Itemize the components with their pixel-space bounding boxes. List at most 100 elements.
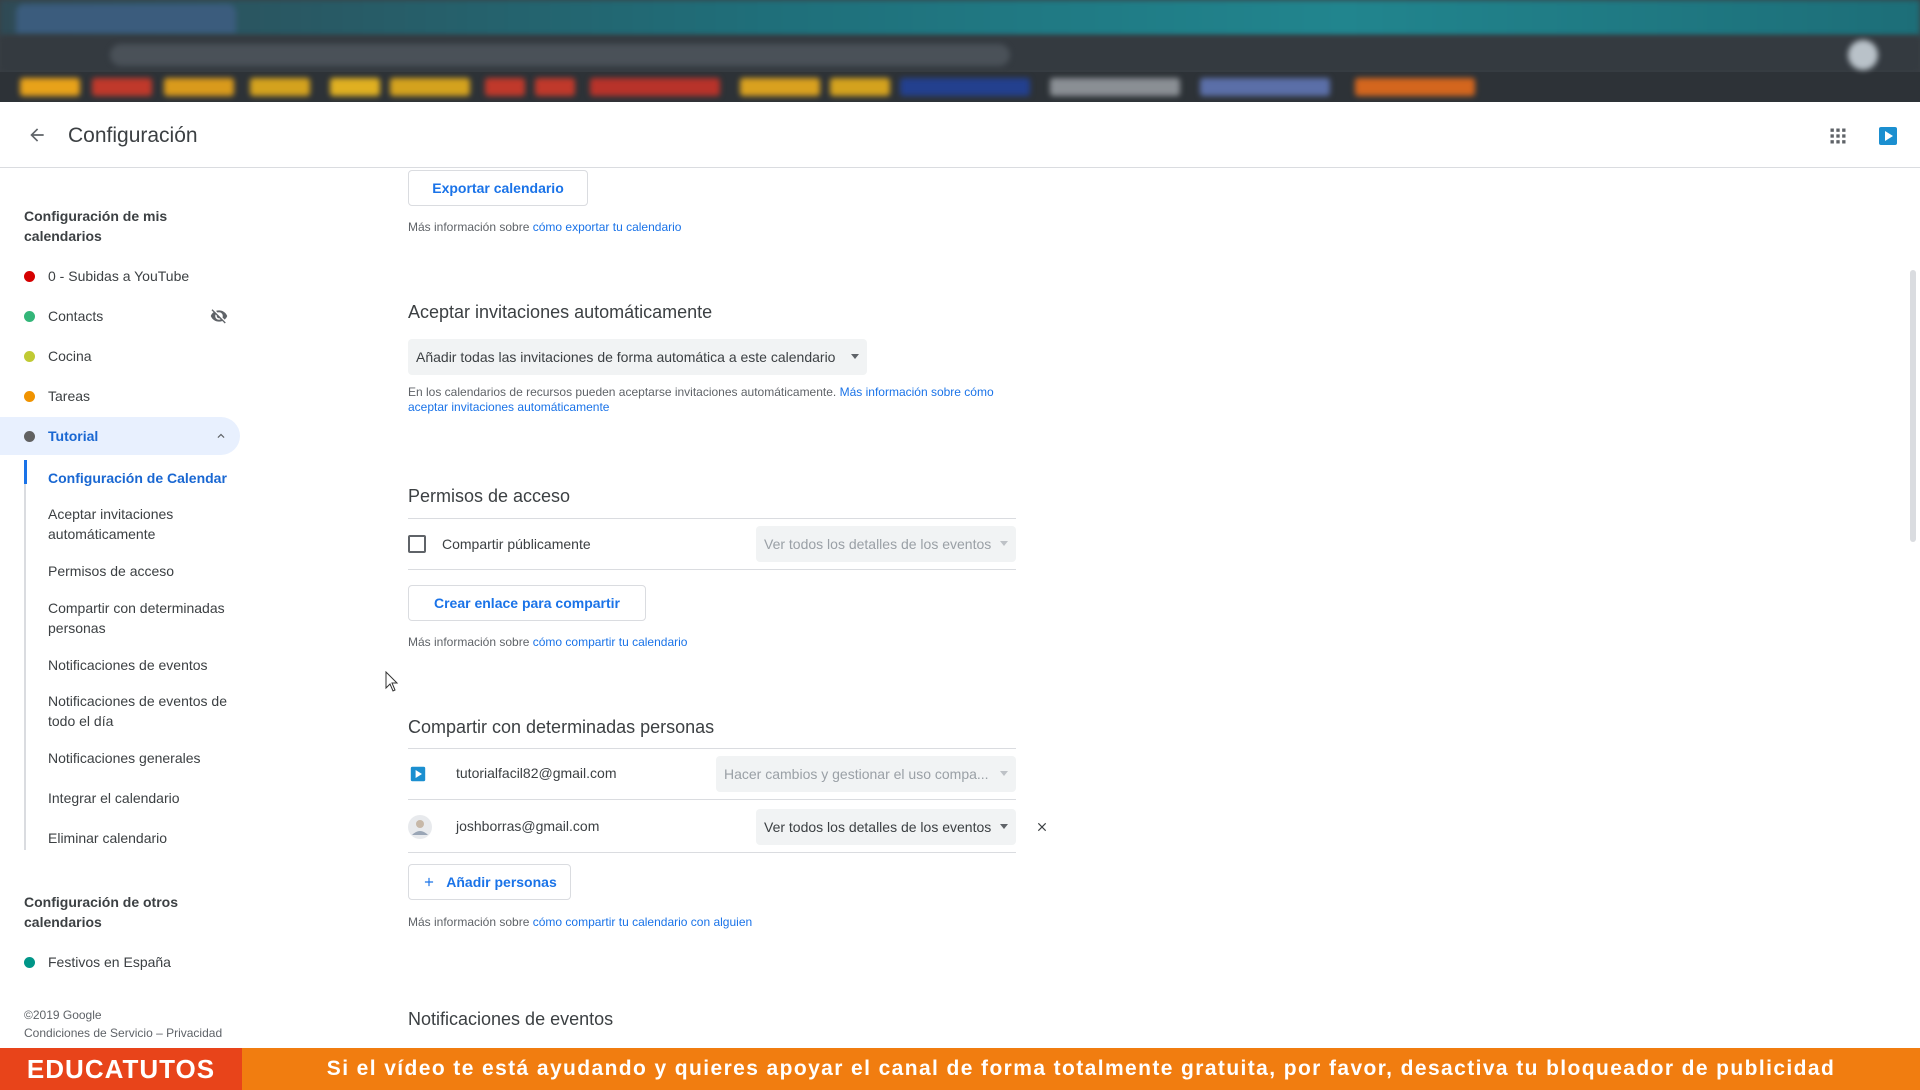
submenu-calendar-settings[interactable]: Configuración de Calendar [48,468,228,488]
share-info: Más información sobre cómo compartir tu … [408,635,687,650]
arrow-back-icon [30,128,44,142]
sidebar-calendar-youtube[interactable]: 0 - Subidas a YouTube [0,257,240,295]
person-permission-value: Hacer cambios y gestionar el uso compa..… [724,766,989,782]
auto-accept-info-text: En los calendarios de recursos pueden ac… [408,385,840,399]
google-apps-button[interactable] [1822,120,1854,152]
submenu-delete-calendar[interactable]: Eliminar calendario [48,828,228,848]
bookmark-item[interactable] [390,78,470,96]
terms-link[interactable]: Condiciones de Servicio [24,1026,153,1040]
privacy-link[interactable]: Privacidad [166,1026,222,1040]
sidebar-calendar-contacts[interactable]: Contacts [0,297,240,335]
export-info: Más información sobre cómo exportar tu c… [408,220,681,235]
export-info-link[interactable]: cómo exportar tu calendario [533,220,682,234]
person-email: tutorialfacil82@gmail.com [456,765,617,781]
promo-banner: EDUCATUTOS Si el vídeo te está ayudando … [0,1048,1920,1090]
page-scrollbar[interactable] [1906,168,1920,1048]
person-row: joshborras@gmail.com Ver todos los detal… [408,801,1047,853]
plus-icon [425,877,434,887]
back-button[interactable] [20,118,54,152]
sidebar-calendar-cocina[interactable]: Cocina [0,337,240,375]
submenu-auto-accept[interactable]: Aceptar invitaciones automáticamente [48,504,228,544]
settings-main: Exportar calendario Más información sobr… [408,168,1508,1048]
share-public-permission-value: Ver todos los detalles de los eventos [764,536,992,552]
sidebar-calendar-tutorial[interactable]: Tutorial [0,417,240,455]
submenu-event-notifications[interactable]: Notificaciones de eventos [48,655,228,675]
remove-person-button[interactable] [1032,817,1052,837]
auto-accept-value: Añadir todas las invitaciones de forma a… [416,349,836,365]
calendar-color-dot [24,270,35,282]
people-info-prefix: Más información sobre [408,915,533,929]
bookmark-item[interactable] [164,78,234,96]
bookmark-item[interactable] [1050,78,1180,96]
calendar-label: Contacts [48,308,104,324]
person-row: tutorialfacil82@gmail.com Hacer cambios … [408,748,1016,800]
export-info-prefix: Más información sobre [408,220,533,234]
access-permissions-title: Permisos de acceso [408,486,571,506]
browser-tab-strip [0,0,1920,36]
calendar-color-dot [24,430,35,442]
auto-accept-title: Aceptar invitaciones automáticamente [408,302,713,322]
person-email: joshborras@gmail.com [456,818,600,834]
auto-accept-dropdown[interactable]: Añadir todas las invitaciones de forma a… [408,339,867,375]
people-info-link[interactable]: cómo compartir tu calendario con alguien [533,915,752,929]
scrollbar-thumb[interactable] [1910,270,1916,542]
event-notifications-title: Notificaciones de eventos [408,1009,614,1029]
browser-address-bar[interactable] [110,44,1010,66]
share-public-permission-dropdown[interactable]: Ver todos los detalles de los eventos [756,526,1016,562]
person-permission-dropdown[interactable]: Ver todos los detalles de los eventos [756,809,1016,845]
browser-profile-avatar[interactable] [1848,40,1878,70]
account-avatar[interactable] [1872,120,1904,152]
bookmark-item[interactable] [1355,78,1475,96]
create-share-link-button[interactable]: Crear enlace para compartir [408,585,646,621]
submenu-access-permissions[interactable]: Permisos de acceso [48,561,228,581]
bookmark-item[interactable] [1200,78,1330,96]
banner-brand: EDUCATUTOS [0,1048,242,1090]
bookmark-item[interactable] [250,78,310,96]
submenu-integrate-calendar[interactable]: Integrar el calendario [48,788,228,808]
person-permission-dropdown[interactable]: Hacer cambios y gestionar el uso compa..… [716,756,1016,792]
bookmark-item[interactable] [830,78,890,96]
settings-sidebar: Configuración de mis calendarios 0 - Sub… [0,168,240,1048]
submenu-rail [24,460,26,850]
footer-separator: – [152,1026,167,1040]
share-info-prefix: Más información sobre [408,635,533,649]
bookmark-item[interactable] [485,78,525,96]
calendar-label: Cocina [48,348,92,364]
submenu-allday-notifications[interactable]: Notificaciones de eventos de todo el día [48,691,228,731]
dropdown-caret-icon [1000,824,1008,829]
bookmark-item[interactable] [590,78,720,96]
auto-accept-info: En los calendarios de recursos pueden ac… [408,385,1016,415]
add-people-button[interactable]: Añadir personas [408,864,571,900]
share-info-link[interactable]: cómo compartir tu calendario [533,635,688,649]
submenu-active-indicator [24,460,27,484]
footer-copyright: ©2019 Google [24,1008,102,1022]
share-public-checkbox[interactable] [408,535,426,553]
footer-links: Condiciones de Servicio – Privacidad [24,1024,222,1042]
sidebar-calendar-tareas[interactable]: Tareas [0,377,240,415]
mouse-pointer-icon [385,671,399,692]
browser-tab[interactable] [16,4,236,34]
dropdown-caret-icon [1000,771,1008,776]
people-info: Más información sobre cómo compartir tu … [408,915,752,930]
bookmark-item[interactable] [740,78,820,96]
visibility-off-icon [210,309,228,324]
sidebar-calendar-festivos[interactable]: Festivos en España [0,943,240,981]
calendar-label: Festivos en España [48,954,171,970]
apps-grid-icon [1830,128,1846,144]
submenu-general-notifications[interactable]: Notificaciones generales [48,748,228,768]
calendar-label: Tutorial [48,428,99,444]
bookmark-item[interactable] [92,78,152,96]
calendar-label: 0 - Subidas a YouTube [48,268,190,284]
add-people-label: Añadir personas [446,874,557,890]
bookmark-item[interactable] [330,78,380,96]
bookmark-item[interactable] [20,78,80,96]
bookmark-item[interactable] [900,78,1030,96]
app-header: Configuración [0,102,1920,168]
submenu-share-people[interactable]: Compartir con determinadas personas [48,598,228,638]
browser-chrome [0,0,1920,102]
export-calendar-button[interactable]: Exportar calendario [408,170,588,206]
avatar-icon [408,815,432,839]
bookmark-item[interactable] [535,78,575,96]
other-calendars-heading: Configuración de otros calendarios [24,894,178,930]
share-public-label: Compartir públicamente [442,536,591,552]
